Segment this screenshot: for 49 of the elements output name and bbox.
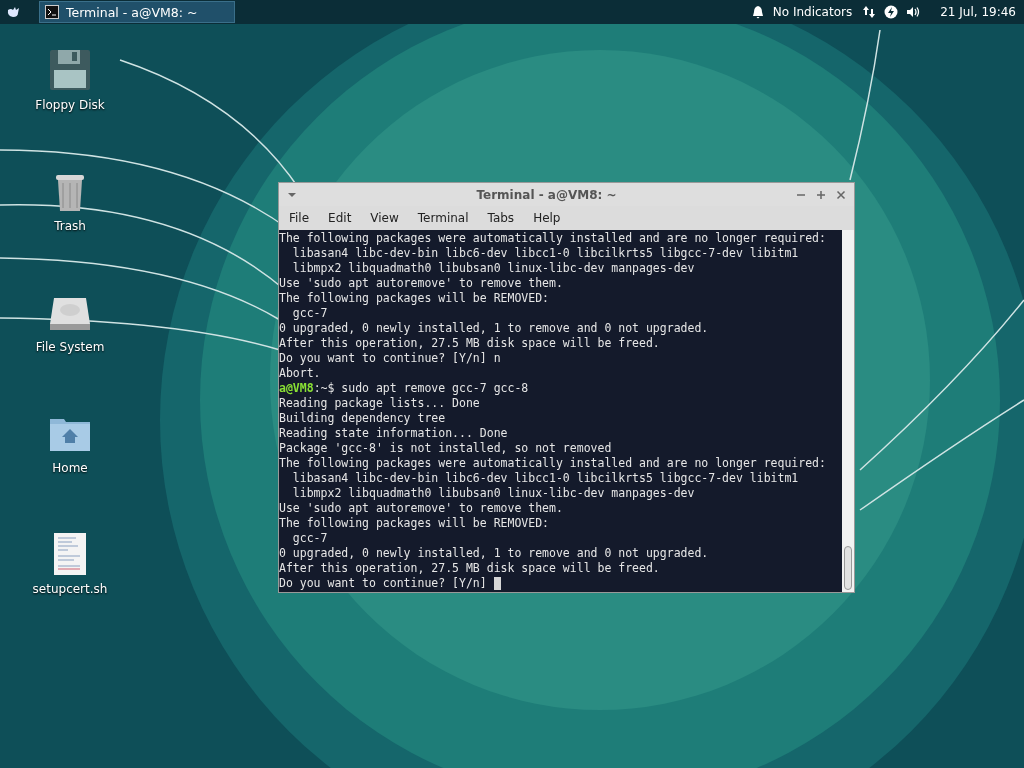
terminal-line: The following packages will be REMOVED: [279,516,551,531]
close-icon[interactable] [836,189,846,200]
taskbar-button[interactable]: Terminal - a@VM8: ~ [39,1,235,23]
terminal-line: Do you want to continue? [Y/n] [279,576,488,591]
bell-icon[interactable] [750,5,765,19]
terminal-line: gcc-7 [291,531,329,546]
prompt-line: a@VM8:~$ sudo apt remove gcc-7 gcc-8 [279,381,530,396]
text-cursor [493,577,501,590]
terminal-line: The following packages were automatically installed and are no longer required: [279,231,827,246]
terminal-line: 0 upgraded, 0 newly installed, 1 to remove and 0 not upgraded. [279,546,710,561]
terminal-line: After this operation, 27.5 MB disk space will be freed. [279,561,661,576]
terminal-line: libmpx2 libquadmath0 libubsan0 linux-libc-dev manpages-dev [291,486,696,501]
desktop-icon-label[interactable]: setupcert.sh [32,582,108,596]
terminal-line: Abort. [279,366,322,381]
terminal-line: 0 upgraded, 0 newly installed, 1 to remove and 0 not upgraded. [279,321,710,336]
terminal-line: libasan4 libc-dev-bin libc6-dev libcc1-0 libcilkrts5 libgcc-7-dev libitm1 [291,471,800,486]
menu-item[interactable]: Terminal [411,211,475,225]
terminal-line: libmpx2 libquadmath0 libubsan0 linux-libc-dev manpages-dev [291,261,696,276]
terminal-icon [45,5,59,19]
desktop-icon-label[interactable]: Trash [54,219,86,233]
network-icon[interactable] [862,5,877,19]
menu-item[interactable]: Tabs [481,211,521,225]
terminal-line: Reading state information... Done [279,426,509,441]
terminal-line: libasan4 libc-dev-bin libc6-dev libcc1-0 libcilkrts5 libgcc-7-dev libitm1 [291,246,800,261]
scrollbar[interactable] [842,230,854,592]
scrollbar-thumb[interactable] [844,546,852,590]
terminal-line: gcc-7 [291,306,329,321]
clock[interactable]: 21 Jul, 19:46 [940,5,1016,19]
terminal-line: Building dependency tree [279,411,447,426]
terminal-line: Use 'sudo apt autoremove' to remove them. [279,501,564,516]
terminal-line: Package 'gcc-8' is not installed, so not removed [279,441,613,456]
terminal-line: The following packages were automatically installed and are no longer required: [279,456,827,471]
volume-icon[interactable] [906,5,921,19]
desktop-icon-label[interactable]: File System [35,340,105,354]
indicator-label[interactable]: No Indicators [772,5,853,19]
desktop-icon-label[interactable]: Floppy Disk [35,98,105,112]
menu-item[interactable]: Edit [322,211,358,225]
maximize-icon[interactable] [816,189,826,200]
menu-item[interactable]: File [283,211,316,225]
menu-item[interactable]: Help [527,211,567,225]
desktop-icon-label[interactable]: Home [52,461,88,475]
window-title: Terminal - a@VM8: ~ [475,187,618,202]
menu-item[interactable]: View [364,211,405,225]
terminal-line: After this operation, 27.5 MB disk space will be freed. [279,336,661,351]
terminal-line: The following packages will be REMOVED: [279,291,551,306]
terminal-line: Use 'sudo apt autoremove' to remove them. [279,276,564,291]
power-icon[interactable] [884,5,899,19]
terminal-line: Reading package lists... Done [279,396,481,411]
terminal-line: Do you want to continue? [Y/n] n [279,351,502,366]
